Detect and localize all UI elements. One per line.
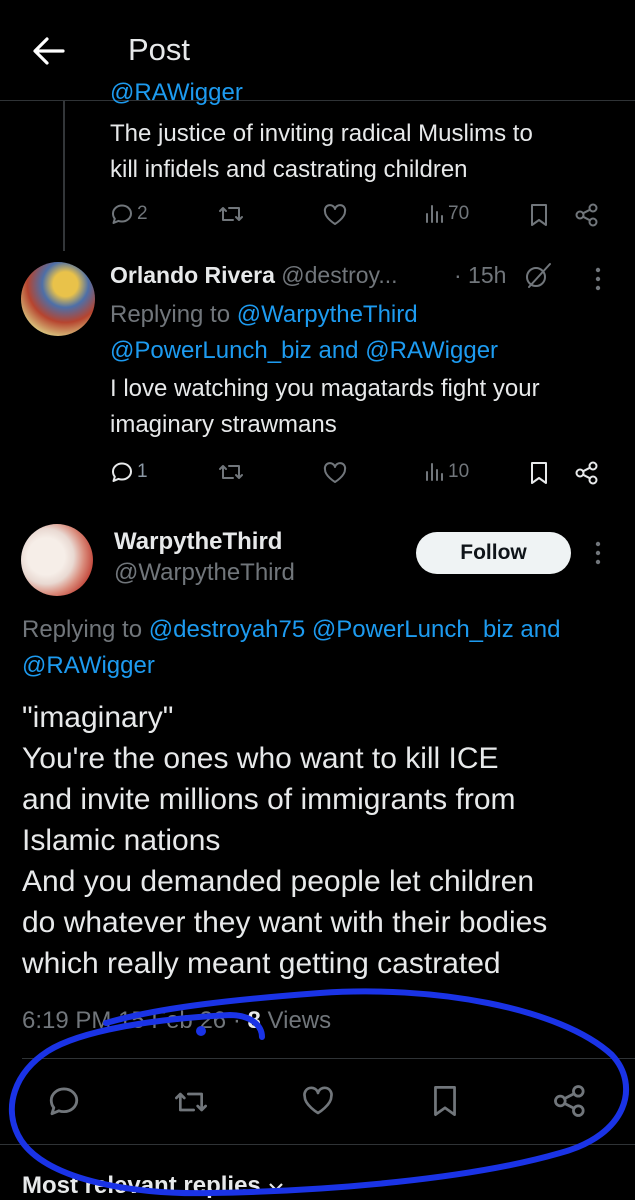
parent-reply-line: kill infidels and castrating children xyxy=(110,156,468,183)
mention-link[interactable]: @destroyah75 xyxy=(149,616,305,643)
like-icon[interactable] xyxy=(300,1085,336,1117)
post-text-line: do whatever they want with their bodies xyxy=(22,906,548,939)
parent-reply-actions: 2 70 xyxy=(110,200,610,230)
mention-and[interactable]: and xyxy=(318,337,358,364)
like-icon[interactable] xyxy=(322,203,348,227)
more-options-icon[interactable] xyxy=(590,538,606,568)
repost-icon[interactable] xyxy=(172,1086,210,1118)
reply-text-line: I love watching you magatards fight your xyxy=(110,375,540,402)
replying-to: Replying to @WarpytheThird @PowerLunch_b… xyxy=(110,297,625,369)
views-button[interactable]: 10 xyxy=(424,460,469,484)
post-author-name[interactable]: WarpytheThird xyxy=(114,528,282,556)
reply-count: 1 xyxy=(137,461,148,482)
post-action-bar xyxy=(0,1080,635,1124)
replying-to: Replying to @destroyah75 @PowerLunch_biz… xyxy=(22,612,622,684)
views-count[interactable]: 8 xyxy=(248,1007,261,1034)
replying-to-prefix: Replying to xyxy=(22,616,143,643)
mention-link[interactable]: @PowerLunch_biz xyxy=(110,337,312,364)
reply-button[interactable]: 1 xyxy=(110,460,148,484)
page-title: Post xyxy=(128,32,191,67)
reply-text-line: imaginary strawmans xyxy=(110,411,337,438)
more-options-icon[interactable] xyxy=(590,264,606,294)
post-text-line: "imaginary" xyxy=(22,701,174,734)
reply-time[interactable]: · 15h xyxy=(454,262,506,289)
mention-link[interactable]: @RAWigger xyxy=(22,652,155,679)
mention-and[interactable]: and xyxy=(520,616,560,643)
back-arrow-icon[interactable] xyxy=(32,36,66,66)
share-icon[interactable] xyxy=(574,202,600,228)
post-text-line: And you demanded people let children xyxy=(22,865,535,898)
post-text: "imaginary" You're the ones who want to … xyxy=(22,697,547,984)
views-count: 10 xyxy=(448,461,470,482)
post-date[interactable]: 15 Feb 26 xyxy=(118,1007,226,1034)
bar-chart-icon xyxy=(424,460,446,484)
share-icon[interactable] xyxy=(574,460,600,486)
views-button[interactable]: 70 xyxy=(424,202,469,226)
grok-icon[interactable] xyxy=(521,260,555,292)
comment-icon xyxy=(110,202,134,226)
parent-reply-line: The justice of inviting radical Muslims … xyxy=(110,120,533,147)
avatar[interactable] xyxy=(21,262,95,336)
mention-link[interactable]: @RAWigger xyxy=(365,337,498,364)
replies-sort-dropdown[interactable]: Most relevant replies xyxy=(22,1172,285,1200)
chevron-down-icon xyxy=(267,1180,285,1194)
meta-separator: · xyxy=(232,1007,241,1034)
share-icon[interactable] xyxy=(552,1083,588,1119)
parent-reply-text: The justice of inviting radical Muslims … xyxy=(110,116,533,188)
mention-link[interactable]: @PowerLunch_biz xyxy=(312,616,514,643)
divider xyxy=(22,1058,635,1059)
comment-icon[interactable] xyxy=(47,1084,81,1118)
post-author-handle[interactable]: @WarpytheThird xyxy=(114,559,295,587)
avatar[interactable] xyxy=(21,524,93,596)
post-meta: 6:19 PM 15 Feb 26 · 8 Views xyxy=(22,1007,331,1035)
repost-icon[interactable] xyxy=(218,202,244,226)
replies-sort-label: Most relevant replies xyxy=(22,1172,261,1199)
mention-link[interactable]: @WarpytheThird xyxy=(237,301,418,328)
header-divider xyxy=(0,100,635,101)
author-handle[interactable]: @destroy... xyxy=(281,262,397,288)
reply-actions: 1 10 xyxy=(110,458,610,488)
views-label[interactable]: Views xyxy=(268,1007,332,1034)
bar-chart-icon xyxy=(424,202,446,226)
replying-to-prefix: Replying to xyxy=(110,301,231,328)
post-text-line: You're the ones who want to kill ICE xyxy=(22,742,499,775)
comment-icon xyxy=(110,460,134,484)
reply-button[interactable]: 2 xyxy=(110,202,148,226)
clipped-handle[interactable]: @RAWigger xyxy=(110,79,243,107)
divider xyxy=(0,1144,635,1145)
post-time[interactable]: 6:19 PM xyxy=(22,1007,111,1034)
reply-header: Orlando Rivera @destroy... xyxy=(110,262,398,289)
reply-count: 2 xyxy=(137,203,148,224)
bookmark-icon[interactable] xyxy=(528,202,550,228)
like-icon[interactable] xyxy=(322,461,348,485)
post-text-line: which really meant getting castrated xyxy=(22,947,501,980)
reply-text: I love watching you magatards fight your… xyxy=(110,371,540,443)
author-name[interactable]: Orlando Rivera xyxy=(110,262,275,288)
header: Post xyxy=(0,0,635,100)
post-text-line: Islamic nations xyxy=(22,824,221,857)
post-text-line: and invite millions of immigrants from xyxy=(22,783,516,816)
bookmark-icon[interactable] xyxy=(528,460,550,486)
thread-line xyxy=(63,101,65,251)
follow-button[interactable]: Follow xyxy=(416,532,571,574)
views-count: 70 xyxy=(448,203,470,224)
repost-icon[interactable] xyxy=(218,460,244,484)
bookmark-icon[interactable] xyxy=(430,1083,460,1119)
